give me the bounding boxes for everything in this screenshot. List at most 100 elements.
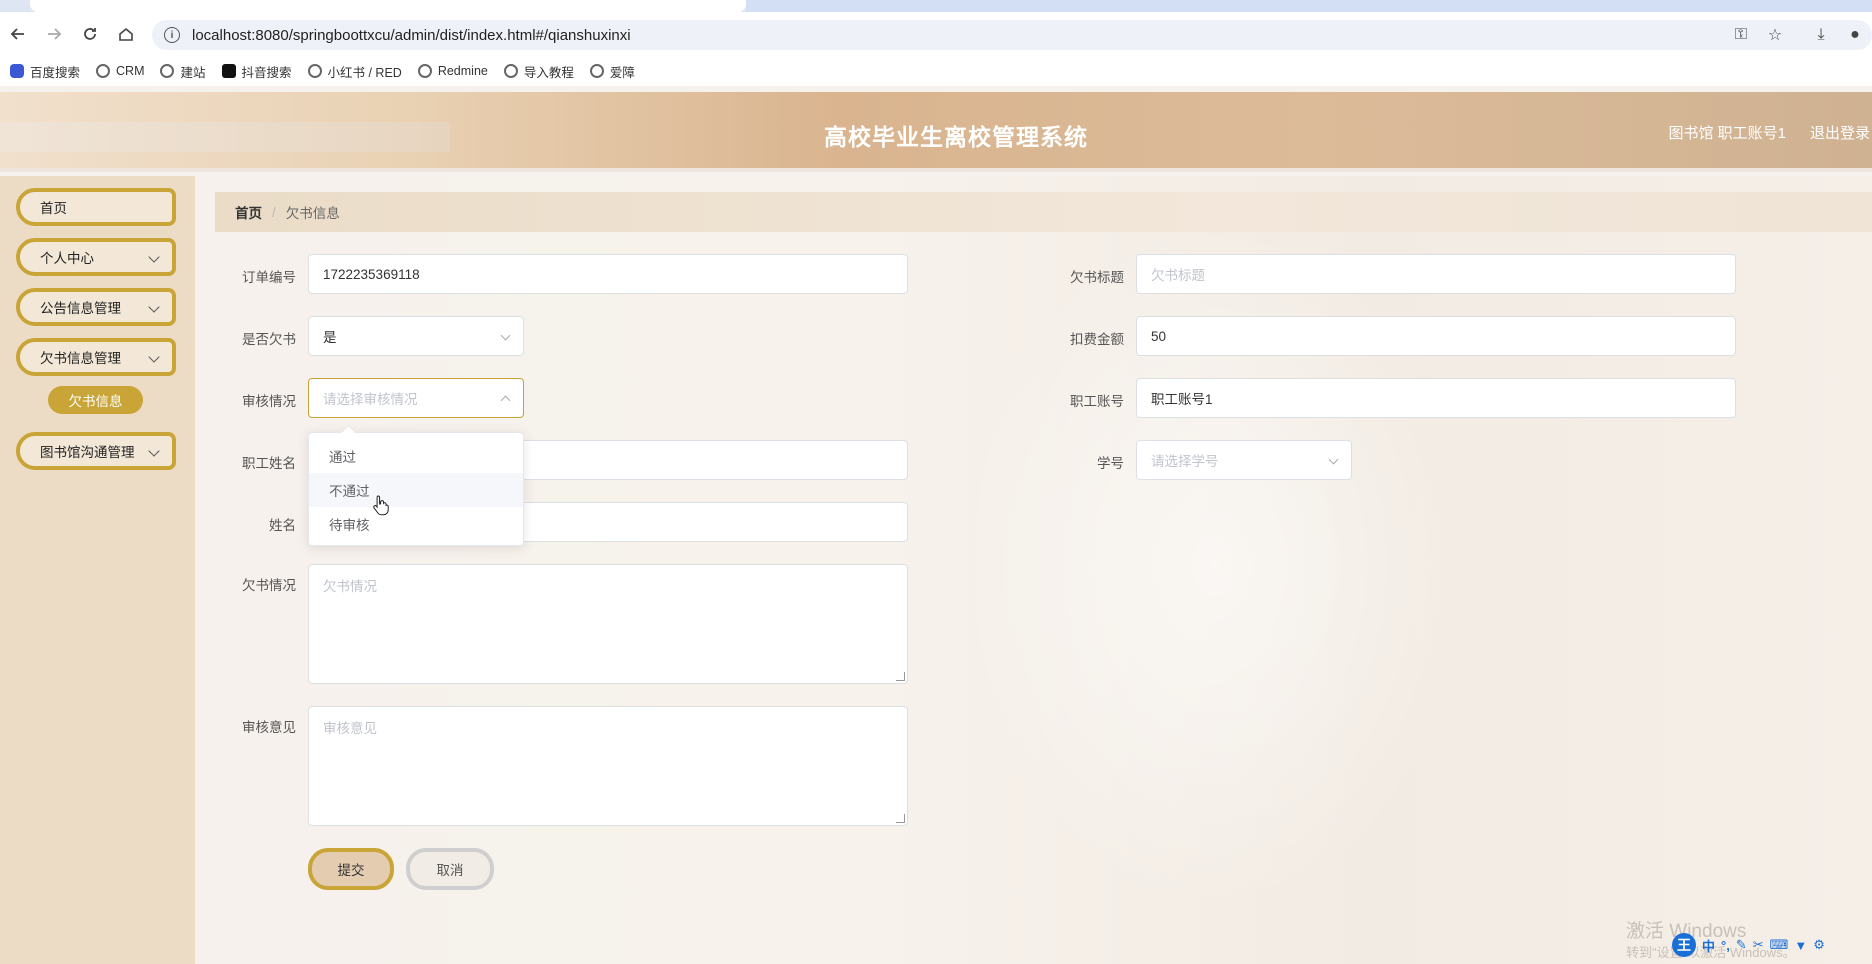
sidebar-item-label: 欠书信息管理 bbox=[40, 351, 121, 366]
breadcrumb-separator: / bbox=[272, 204, 276, 220]
bookmark-item[interactable]: 导入教程 bbox=[503, 62, 574, 81]
globe-icon bbox=[160, 64, 175, 78]
is-owe-label: 是否欠书 bbox=[242, 332, 296, 347]
sidebar-item-notice-management[interactable]: 公告信息管理 bbox=[16, 288, 176, 326]
sidebar-subitem-owed-books[interactable]: 欠书信息 bbox=[48, 386, 143, 414]
ime-punct-icon[interactable]: °, bbox=[1721, 938, 1730, 953]
student-no-placeholder: 请选择学号 bbox=[1151, 454, 1219, 469]
home-icon[interactable] bbox=[108, 16, 144, 52]
review-status-label: 审核情况 bbox=[242, 394, 296, 409]
staff-account-input[interactable]: 职工账号1 bbox=[1136, 378, 1736, 418]
fee-input[interactable]: 50 bbox=[1136, 316, 1736, 356]
baidu-icon bbox=[10, 64, 24, 78]
bookmark-item[interactable]: 百度搜索 bbox=[10, 62, 80, 81]
chevron-down-icon bbox=[1328, 454, 1339, 465]
bookmark-item[interactable]: 建站 bbox=[160, 62, 206, 81]
ime-keyboard-icon[interactable]: ⌨ bbox=[1770, 937, 1789, 953]
password-key-icon[interactable]: ⚿ bbox=[1724, 26, 1758, 44]
review-status-select[interactable]: 请选择审核情况 bbox=[308, 378, 524, 418]
sidebar-item-label: 首页 bbox=[40, 201, 67, 216]
current-user: 图书馆 职工账号1 bbox=[1668, 125, 1786, 142]
download-icon[interactable]: ⤓ bbox=[1804, 26, 1838, 44]
student-no-select[interactable]: 请选择学号 bbox=[1136, 440, 1352, 480]
globe-icon bbox=[417, 64, 432, 78]
bookmark-item[interactable]: Redmine bbox=[417, 64, 488, 78]
owe-title-input[interactable]: 欠书标题 bbox=[1136, 254, 1736, 294]
bookmark-star-icon[interactable]: ☆ bbox=[1758, 25, 1792, 45]
submit-button[interactable]: 提交 bbox=[308, 848, 394, 890]
staff-name-label: 职工姓名 bbox=[242, 456, 296, 471]
review-comment-placeholder: 审核意见 bbox=[323, 721, 377, 736]
globe-icon bbox=[589, 64, 604, 78]
bookmark-item[interactable]: 抖音搜索 bbox=[221, 62, 292, 81]
app-header: 高校毕业生离校管理系统 图书馆 职工账号1 退出登录 bbox=[0, 92, 1872, 172]
breadcrumb-current: 欠书信息 bbox=[285, 206, 340, 221]
staff-account-label: 职工账号 bbox=[1070, 394, 1124, 409]
logout-link[interactable]: 退出登录 bbox=[1810, 122, 1870, 143]
order-no-input[interactable]: 1722235369118 bbox=[308, 254, 908, 294]
forward-icon[interactable] bbox=[36, 16, 72, 52]
ime-skin-icon[interactable]: ▼ bbox=[1794, 938, 1807, 953]
dropdown-option-fail[interactable]: 不通过 bbox=[309, 473, 523, 507]
name-label: 姓名 bbox=[269, 518, 296, 533]
chevron-down-icon bbox=[148, 301, 160, 313]
resize-handle-icon[interactable] bbox=[896, 814, 905, 823]
back-icon[interactable] bbox=[0, 16, 36, 52]
url-text[interactable]: localhost:8080/springboottxcu/admin/dist… bbox=[192, 27, 631, 44]
other-tab[interactable] bbox=[746, 0, 1872, 12]
ime-pen-icon[interactable]: ✎ bbox=[1736, 937, 1747, 953]
ime-logo-icon[interactable]: 王 bbox=[1672, 933, 1696, 957]
cancel-button[interactable]: 取消 bbox=[406, 848, 494, 890]
sidebar-item-owed-books-management[interactable]: 欠书信息管理 bbox=[16, 338, 176, 376]
ime-mode[interactable]: 中 bbox=[1702, 936, 1715, 955]
sidebar-item-label: 公告信息管理 bbox=[40, 301, 121, 316]
sidebar-item-label: 个人中心 bbox=[40, 251, 94, 266]
review-status-dropdown: 通过 不通过 待审核 bbox=[308, 432, 524, 546]
ime-settings-icon[interactable]: ⚙ bbox=[1813, 937, 1825, 953]
ime-toolbar[interactable]: 王 中 °, ✎ ✂ ⌨ ▼ ⚙ bbox=[1672, 932, 1872, 958]
header-user-area: 图书馆 职工账号1 退出登录 bbox=[1668, 122, 1872, 143]
bookmark-item[interactable]: CRM bbox=[96, 64, 144, 78]
globe-icon bbox=[503, 64, 518, 78]
owe-title-label: 欠书标题 bbox=[1070, 270, 1124, 285]
review-status-placeholder: 请选择审核情况 bbox=[323, 392, 418, 407]
chevron-down-icon bbox=[500, 330, 511, 341]
reload-icon[interactable] bbox=[72, 16, 108, 52]
dropdown-option-pending[interactable]: 待审核 bbox=[309, 507, 523, 541]
address-bar[interactable]: i localhost:8080/springboottxcu/admin/di… bbox=[152, 20, 1872, 50]
is-owe-value: 是 bbox=[323, 330, 337, 345]
bookmark-item[interactable]: 爱障 bbox=[589, 62, 635, 81]
chevron-up-icon bbox=[500, 395, 511, 406]
order-no-label: 订单编号 bbox=[242, 270, 296, 285]
ime-scissors-icon[interactable]: ✂ bbox=[1753, 937, 1764, 953]
chevron-down-icon bbox=[148, 351, 160, 363]
hand-cursor-icon bbox=[373, 495, 389, 516]
sidebar-item-library-communication[interactable]: 图书馆沟通管理 bbox=[16, 432, 176, 470]
bookmarks-bar: 百度搜索 CRM 建站 抖音搜索 小红书 / RED Redmine 导入教程 … bbox=[0, 56, 1872, 86]
sidebar-item-label: 图书馆沟通管理 bbox=[40, 445, 135, 460]
breadcrumb-home[interactable]: 首页 bbox=[235, 202, 262, 222]
fee-label: 扣费金额 bbox=[1070, 332, 1124, 347]
sidebar-item-personal-center[interactable]: 个人中心 bbox=[16, 238, 176, 276]
review-comment-textarea[interactable]: 审核意见 bbox=[308, 706, 908, 826]
student-no-label: 学号 bbox=[1097, 456, 1124, 471]
chevron-down-icon bbox=[148, 251, 160, 263]
douyin-icon bbox=[221, 64, 236, 78]
bookmark-item[interactable]: 小红书 / RED bbox=[307, 62, 402, 81]
active-tab[interactable] bbox=[30, 0, 746, 12]
profile-icon[interactable]: ● bbox=[1838, 26, 1872, 44]
site-info-icon[interactable]: i bbox=[164, 27, 180, 43]
app-title: 高校毕业生离校管理系统 bbox=[824, 124, 1088, 150]
browser-toolbar: i localhost:8080/springboottxcu/admin/di… bbox=[0, 12, 1872, 56]
dropdown-option-pass[interactable]: 通过 bbox=[309, 439, 523, 473]
sidebar-item-home[interactable]: 首页 bbox=[16, 188, 176, 226]
breadcrumb: 首页 / 欠书信息 bbox=[215, 192, 1872, 232]
chevron-down-icon bbox=[148, 445, 160, 457]
review-comment-label: 审核意见 bbox=[242, 720, 296, 735]
owe-detail-placeholder: 欠书情况 bbox=[323, 579, 377, 594]
owe-detail-textarea[interactable]: 欠书情况 bbox=[308, 564, 908, 684]
globe-icon bbox=[96, 64, 111, 78]
is-owe-select[interactable]: 是 bbox=[308, 316, 524, 356]
browser-tabstrip bbox=[0, 0, 1872, 12]
resize-handle-icon[interactable] bbox=[896, 672, 905, 681]
